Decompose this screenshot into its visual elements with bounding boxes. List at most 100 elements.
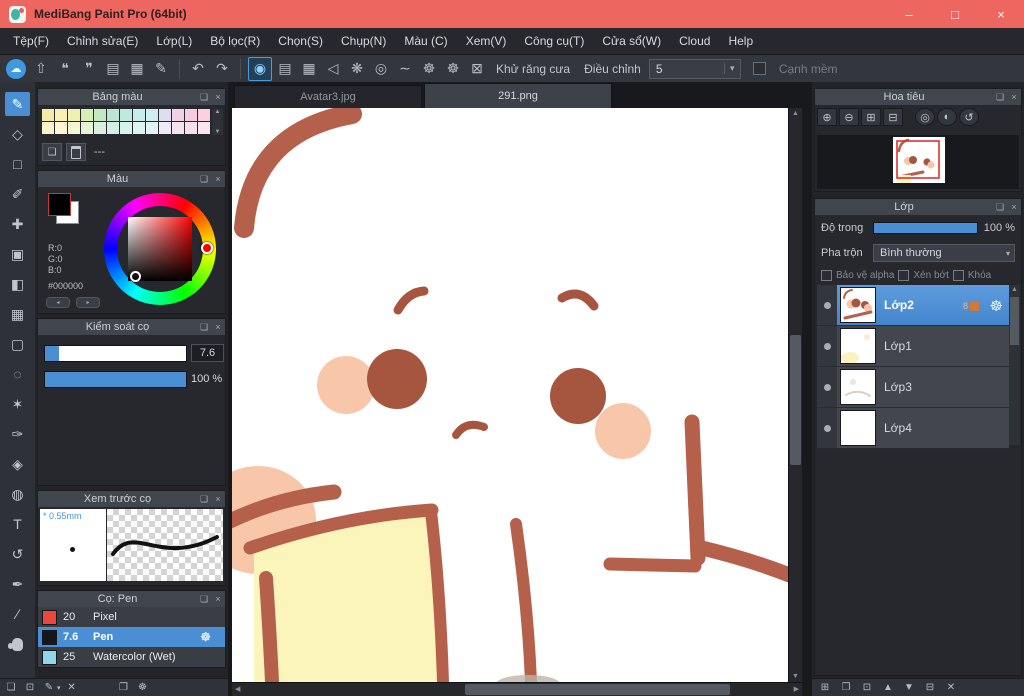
- rotate-view-button[interactable]: ↺: [959, 108, 979, 126]
- palette-swatch[interactable]: [55, 109, 67, 121]
- close-icon[interactable]: ×: [211, 494, 225, 504]
- layer-visibility-toggle[interactable]: [817, 285, 837, 325]
- merge-layer-button[interactable]: ⊟: [922, 680, 938, 695]
- tool-select-lasso[interactable]: ◌: [5, 362, 30, 386]
- clipping-checkbox[interactable]: [898, 269, 910, 281]
- menu-file[interactable]: Tệp(F): [4, 28, 58, 54]
- add-palette-color-button[interactable]: ❏: [42, 143, 62, 161]
- brush-lines-button[interactable]: ▤: [274, 58, 296, 80]
- rotate-reset-button[interactable]: ◎: [915, 108, 935, 126]
- brush-item-pen[interactable]: 7.6 Pen ☸: [38, 627, 225, 647]
- vertical-scrollbar[interactable]: ▲ ▼: [788, 108, 802, 682]
- popout-icon[interactable]: ❏: [197, 594, 211, 605]
- close-icon[interactable]: ×: [1007, 92, 1021, 102]
- palette-swatch[interactable]: [146, 109, 158, 121]
- menu-color[interactable]: Màu (C): [395, 28, 456, 54]
- brush-config-button[interactable]: ☸: [418, 58, 440, 80]
- navigator-view[interactable]: [817, 135, 1019, 189]
- palette-swatch[interactable]: [68, 122, 80, 134]
- layer-row-lop3[interactable]: Lớp3: [817, 367, 1009, 408]
- grid-document-button[interactable]: ▦: [126, 58, 148, 80]
- palette-swatch[interactable]: [81, 122, 93, 134]
- palette-swatch[interactable]: [159, 122, 171, 134]
- foreground-color-swatch[interactable]: [48, 193, 71, 216]
- popout-icon[interactable]: ❏: [197, 494, 211, 505]
- popout-icon[interactable]: ❏: [197, 174, 211, 185]
- palette-scrollbar[interactable]: ▲ ▼: [212, 109, 223, 135]
- palette-swatch[interactable]: [185, 122, 197, 134]
- share-button[interactable]: ⇧: [30, 58, 52, 80]
- scroll-left-icon[interactable]: ◀: [235, 685, 240, 693]
- palette-swatch[interactable]: [94, 122, 106, 134]
- tool-select-bucket[interactable]: ◍: [5, 482, 30, 506]
- adjust-dropdown[interactable]: 5 ▾: [648, 58, 741, 79]
- close-icon[interactable]: ×: [211, 594, 225, 604]
- chevron-down-icon[interactable]: ▾: [57, 684, 61, 692]
- tool-brush[interactable]: ✎: [5, 92, 30, 116]
- folder-button[interactable]: ❐: [116, 680, 132, 695]
- comment-button[interactable]: ❝: [54, 58, 76, 80]
- brush-gear-icon[interactable]: ☸: [200, 630, 211, 644]
- tool-magic-wand[interactable]: ✶: [5, 392, 30, 416]
- menu-help[interactable]: Help: [719, 28, 762, 54]
- brush-size-slider[interactable]: [44, 345, 187, 362]
- brush-rings-button[interactable]: ◎: [370, 58, 392, 80]
- layer-row-lop4[interactable]: Lớp4: [817, 408, 1009, 449]
- canvas[interactable]: [232, 108, 788, 682]
- close-icon[interactable]: ×: [211, 174, 225, 184]
- palette-swatch[interactable]: [133, 122, 145, 134]
- vertical-scroll-thumb[interactable]: [790, 335, 801, 465]
- palette-swatch[interactable]: [198, 122, 210, 134]
- brush-triangle-button[interactable]: ◁: [322, 58, 344, 80]
- palette-swatch[interactable]: [159, 109, 171, 121]
- blend-mode-dropdown[interactable]: Bình thường ▾: [873, 244, 1015, 262]
- tool-select-rect[interactable]: ▢: [5, 332, 30, 356]
- duplicate-layer-button[interactable]: ⊡: [859, 680, 875, 695]
- brush-item-pixel[interactable]: 20 Pixel: [38, 607, 225, 627]
- layer-row-lop2[interactable]: Lớp2 8 ☸: [817, 285, 1009, 326]
- brush-curve-button[interactable]: ∼: [394, 58, 416, 80]
- sv-indicator[interactable]: [130, 271, 141, 282]
- chat-button[interactable]: ❞: [78, 58, 100, 80]
- edit-document-button[interactable]: ✎: [150, 58, 172, 80]
- menu-layer[interactable]: Lớp(L): [147, 28, 201, 54]
- palette-swatch[interactable]: [68, 109, 80, 121]
- brush-settings-button[interactable]: ☸: [135, 680, 151, 695]
- move-layer-up-button[interactable]: ▲: [880, 680, 896, 695]
- popout-icon[interactable]: ❏: [993, 202, 1007, 213]
- brush-item-watercolor[interactable]: 25 Watercolor (Wet): [38, 647, 225, 667]
- cloud-save-button[interactable]: ☁: [6, 58, 26, 79]
- settings-gear-button[interactable]: ☸: [442, 58, 464, 80]
- tool-move[interactable]: ✚: [5, 212, 30, 236]
- menu-snap[interactable]: Chụp(N): [332, 28, 395, 54]
- close-icon[interactable]: ×: [211, 322, 225, 332]
- palette-swatch[interactable]: [146, 122, 158, 134]
- actual-size-button[interactable]: ⊟: [883, 108, 903, 126]
- menu-cloud[interactable]: Cloud: [670, 28, 719, 54]
- layer-settings-gear-icon[interactable]: ☸: [990, 297, 1003, 315]
- palette-swatch[interactable]: [55, 122, 67, 134]
- layer-visibility-toggle[interactable]: [817, 408, 837, 448]
- menu-window[interactable]: Cửa sổ(W): [593, 28, 670, 54]
- scroll-down-icon[interactable]: ▼: [789, 673, 802, 680]
- palette-swatch[interactable]: [42, 109, 54, 121]
- zoom-in-button[interactable]: ⊕: [817, 108, 837, 126]
- delete-layer-button[interactable]: ✕: [943, 680, 959, 695]
- scroll-up-icon[interactable]: ▲: [789, 110, 802, 117]
- color-next-button[interactable]: ▸: [76, 297, 100, 308]
- tool-eyedropper[interactable]: ∕: [5, 602, 30, 626]
- delete-brush-button[interactable]: ✕: [64, 680, 80, 695]
- menu-edit[interactable]: Chỉnh sửa(E): [58, 28, 147, 54]
- scroll-right-icon[interactable]: ▶: [794, 685, 799, 693]
- brush-tip-circle-button[interactable]: ◉: [248, 56, 272, 81]
- menu-view[interactable]: Xem(V): [457, 28, 516, 54]
- clipboard-brush-button[interactable]: ⊡: [22, 680, 38, 695]
- maximize-button[interactable]: □: [932, 0, 978, 28]
- soft-edge-checkbox[interactable]: [752, 62, 766, 75]
- minimize-button[interactable]: –: [886, 0, 932, 28]
- brush-grid-button[interactable]: ▦: [298, 58, 320, 80]
- palette-swatch[interactable]: [172, 109, 184, 121]
- horizontal-scrollbar[interactable]: ◀ ▶: [232, 682, 802, 696]
- tool-hand[interactable]: [5, 632, 30, 656]
- move-layer-down-button[interactable]: ▼: [901, 680, 917, 695]
